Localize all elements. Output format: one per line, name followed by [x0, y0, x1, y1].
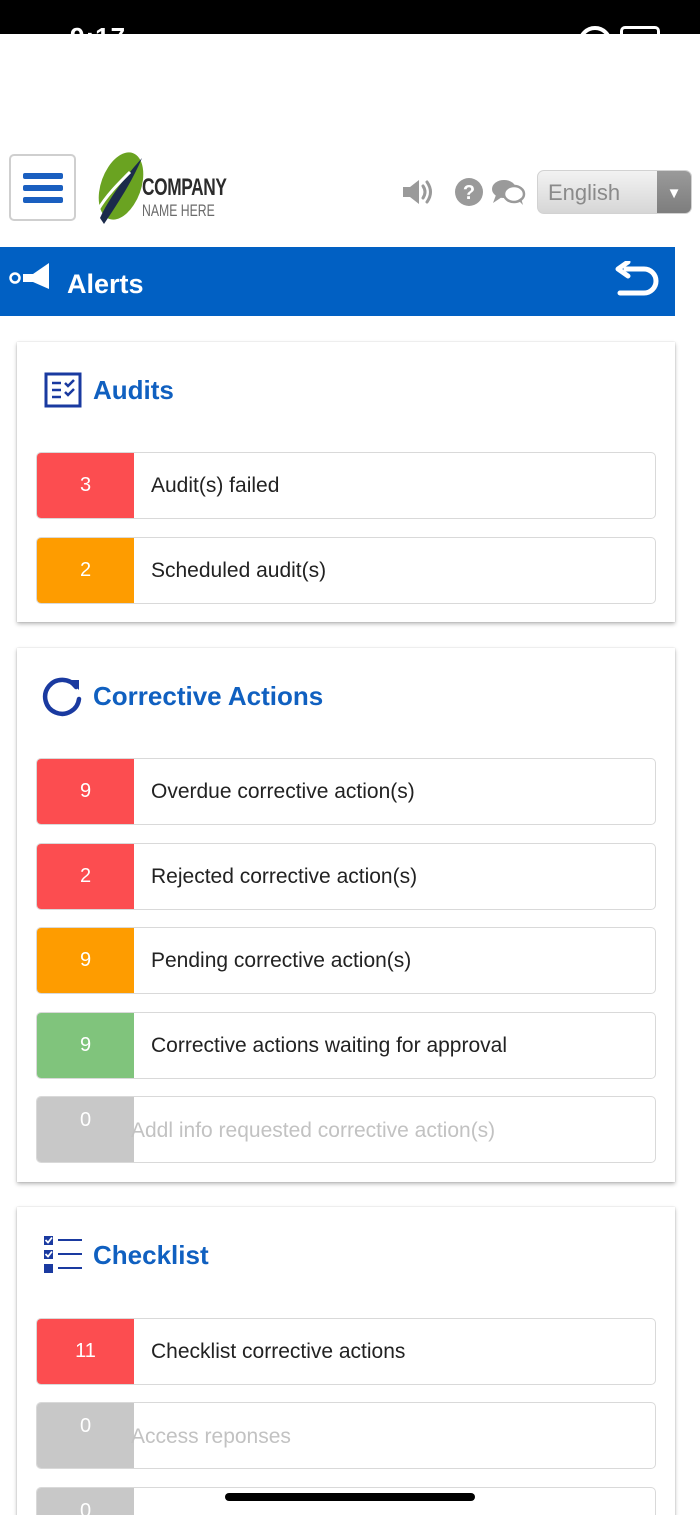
alert-row-addl-info[interactable]: 0 Addl info requested corrective action(… [36, 1096, 656, 1163]
alert-icon [9, 263, 49, 289]
logo-tagline-text: NAME HERE [142, 201, 215, 220]
alert-label: Rejected corrective action(s) [151, 864, 418, 888]
back-icon[interactable] [612, 261, 660, 301]
refresh-icon [42, 675, 84, 717]
chat-icon[interactable] [490, 175, 526, 209]
corrective-actions-header: Corrective Actions [42, 675, 323, 717]
language-select-value: English [548, 180, 621, 205]
count-badge: 11 [37, 1319, 134, 1384]
count-badge: 0 [37, 1488, 134, 1515]
alert-label: Addl info requested corrective action(s) [131, 1118, 496, 1142]
alert-label: Pending corrective action(s) [151, 948, 412, 972]
audits-card: Audits 3 Audit(s) failed 2 Scheduled aud… [17, 342, 675, 622]
audit-checklist-icon [42, 369, 84, 411]
status-bar: 9:17 [0, 0, 700, 34]
count-badge: 2 [37, 844, 134, 909]
alert-row-scheduled-audits[interactable]: 2 Scheduled audit(s) [36, 537, 656, 604]
alert-row-partial[interactable]: 0 [36, 1487, 656, 1515]
checklist-card: Checklist 11 Checklist corrective action… [17, 1207, 675, 1515]
audits-title: Audits [93, 374, 174, 405]
menu-button[interactable] [9, 154, 76, 221]
count-badge: 0 [37, 1403, 134, 1468]
count-badge: 3 [37, 453, 134, 518]
checklist-icon [42, 1234, 84, 1276]
logo-mark-icon [96, 152, 144, 224]
company-logo: COMPANY NAME HERE [94, 148, 227, 228]
corrective-actions-card: Corrective Actions 9 Overdue corrective … [17, 648, 675, 1182]
logo-brand-text: COMPANY [142, 174, 227, 201]
count-badge: 0 [37, 1097, 134, 1162]
alert-row-rejected[interactable]: 2 Rejected corrective action(s) [36, 843, 656, 910]
battery-icon [620, 26, 660, 34]
checklist-title: Checklist [93, 1239, 209, 1270]
alert-label: Overdue corrective action(s) [151, 779, 415, 803]
count-badge: 9 [37, 1013, 134, 1078]
alert-row-audits-failed[interactable]: 3 Audit(s) failed [36, 452, 656, 519]
alert-row-checklist-ca[interactable]: 11 Checklist corrective actions [36, 1318, 656, 1385]
count-badge: 9 [37, 759, 134, 824]
alert-label: Corrective actions waiting for approval [151, 1033, 507, 1057]
alert-row-pending[interactable]: 9 Pending corrective action(s) [36, 927, 656, 994]
page-title: Alerts [67, 269, 144, 299]
alert-row-access-responses[interactable]: 0 Access reponses [36, 1402, 656, 1469]
alert-label: Audit(s) failed [151, 473, 280, 497]
chevron-down-icon: ▼ [657, 171, 691, 213]
checklist-header: Checklist [42, 1234, 209, 1276]
wifi-icon [578, 26, 612, 34]
language-select[interactable]: English ▼ [537, 170, 692, 214]
corrective-actions-title: Corrective Actions [93, 680, 324, 711]
alert-row-waiting-approval[interactable]: 9 Corrective actions waiting for approva… [36, 1012, 656, 1079]
audits-header: Audits [42, 369, 174, 411]
help-icon[interactable]: ? [451, 175, 487, 209]
menu-icon-bar [22, 196, 63, 203]
page-titlebar: Alerts [0, 247, 675, 316]
alert-label: Access reponses [131, 1424, 291, 1448]
svg-text:?: ? [463, 182, 475, 204]
menu-icon-bar [22, 172, 63, 179]
alert-row-overdue[interactable]: 9 Overdue corrective action(s) [36, 758, 656, 825]
alert-label: Scheduled audit(s) [151, 558, 327, 582]
home-indicator[interactable] [225, 1493, 475, 1501]
app-header: COMPANY NAME HERE ? English ▼ [0, 34, 700, 247]
count-badge: 9 [37, 928, 134, 993]
count-badge: 2 [37, 538, 134, 603]
sound-icon[interactable] [400, 175, 436, 209]
status-time: 9:17 [70, 22, 126, 34]
alert-label: Checklist corrective actions [151, 1339, 406, 1363]
menu-icon-bar [22, 184, 63, 191]
